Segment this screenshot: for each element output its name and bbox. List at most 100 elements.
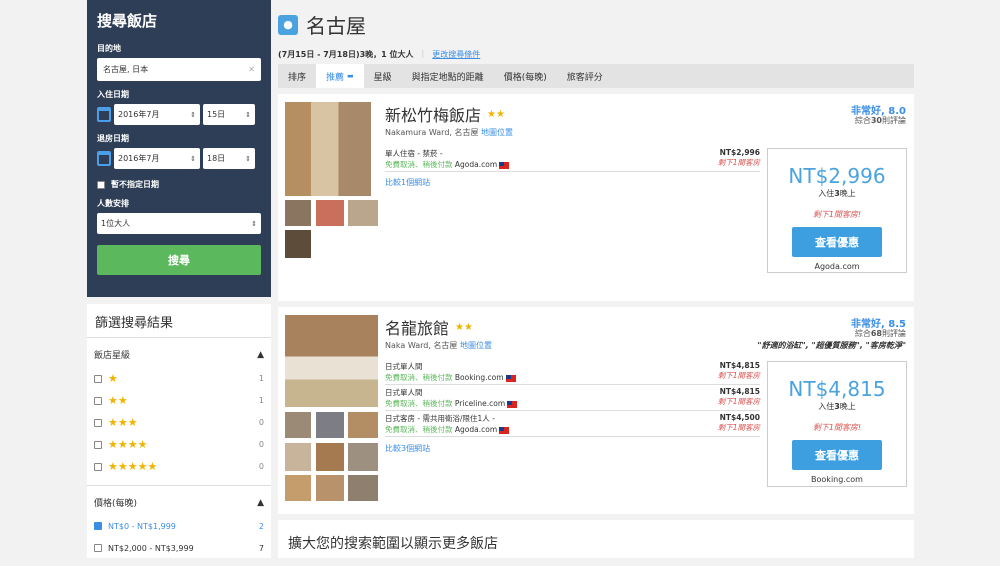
hotel-thumbnail[interactable] [348,200,378,226]
hotel-thumbnail[interactable] [316,412,344,438]
price-filter-checkbox[interactable] [94,544,102,552]
star-filter-checkbox[interactable] [94,441,102,449]
checkout-day-value: 18日 [207,154,226,163]
checkin-day-select[interactable]: 15日 ⇕ [203,104,255,125]
offer-row[interactable]: 單人住宿 - 禁菸 - 免費取消、稍後付款 Agoda.com NT$2,996… [385,148,760,172]
price-filter-title: 價格(每晚) [94,499,138,509]
calendar-icon[interactable] [97,151,111,166]
sort-arrow-icon: ▬ [347,72,354,80]
offer-row[interactable]: 日式客房 - 需共用衛浴/限住1人 - 免費取消、稍後付款 Agoda.com … [385,413,760,437]
review-number: 68 [870,329,882,338]
price-filter-count: 2 [258,521,264,531]
checkout-month-value: 2016年7月 [118,154,160,163]
clear-icon[interactable]: ✕ [248,65,255,74]
offer-row[interactable]: 日式單人間 免費取消、稍後付款 Priceline.com NT$4,815 剩下… [385,387,760,411]
hotel-main-photo[interactable] [285,315,378,407]
collapse-icon[interactable]: ▲ [257,498,264,508]
star-filter-checkbox[interactable] [94,419,102,427]
price-filter-label: NT$2,000 - NT$3,999 [108,543,194,553]
checkin-day-value: 15日 [207,110,226,119]
star-filter-count: 0 [258,461,264,471]
price-filter-label: NT$0 - NT$1,999 [108,521,176,531]
hotel-name[interactable]: 新松竹梅飯店 [385,102,481,126]
no-date-label: 暫不指定日期 [111,180,159,189]
star-filter-row[interactable]: ★★★★★ 0 [87,455,271,477]
star-filter-row[interactable]: ★★ 1 [87,389,271,411]
tab-price[interactable]: 價格(每晚) [494,64,557,88]
tab-distance[interactable]: 與指定地點的距離 [402,64,494,88]
per-night-prefix: 入住 [818,189,835,198]
review-prefix: 綜合 [854,116,871,125]
change-search-link[interactable]: 更改搜尋條件 [432,49,480,60]
price-filter-checkbox[interactable] [94,522,102,530]
price-filter-count: 7 [258,543,264,553]
hotel-thumbnail[interactable] [285,412,311,438]
collapse-icon[interactable]: ▲ [257,350,264,360]
destination-label: 目的地 [97,44,121,53]
destination-input[interactable]: 名古屋, 日本 ✕ [97,58,261,81]
checkout-month-select[interactable]: 2016年7月 ⇕ [114,148,200,169]
search-panel: 搜尋飯店 目的地 名古屋, 日本 ✕ 入住日期 2016年7月 ⇕ 15日 ⇕ 退房日… [87,0,271,297]
offer-room: 單人住宿 - 禁菸 - [385,149,443,158]
best-price: NT$2,996 [788,164,886,188]
hotel-thumbnail[interactable] [285,230,311,258]
price-filter-row[interactable]: NT$2,000 - NT$3,999 7 [87,537,271,559]
hotel-thumbnail[interactable] [348,475,378,501]
price-filter-header[interactable]: 價格(每晚) ▲ [87,486,271,515]
hotel-main-photo[interactable] [285,102,371,196]
stars-filter-header[interactable]: 飯店星級 ▲ [87,338,271,367]
select-arrow-icon: ⇕ [245,154,251,163]
star-filter-checkbox[interactable] [94,375,102,383]
hotel-address: Nakamura Ward, 名古屋 [385,128,479,137]
calendar-icon[interactable] [97,107,111,122]
hotel-stars: ★★ [455,321,473,333]
hotel-stars: ★★ [487,108,505,120]
hotel-thumbnail[interactable] [348,412,378,438]
compare-link[interactable]: 比較3個網站 [385,443,430,454]
offer-price: NT$2,996 [719,148,760,157]
view-deal-button[interactable]: 查看優惠 [792,440,882,470]
star-filter-row[interactable]: ★★★ 0 [87,411,271,433]
tab-rating[interactable]: 旅客評分 [557,64,613,88]
hotel-name[interactable]: 名龍旅館 [385,315,449,339]
offer-room: 日式客房 - 需共用衛浴/限住1人 - [385,414,495,423]
hotel-thumbnail[interactable] [348,443,378,471]
hotel-thumbnail[interactable] [285,443,311,471]
view-deal-button[interactable]: 查看優惠 [792,227,882,257]
star-filter-row[interactable]: ★★★★ 0 [87,433,271,455]
map-link[interactable]: 地圖位置 [481,128,513,137]
search-button[interactable]: 搜尋 [97,245,261,275]
tab-sort: 排序 [288,72,307,83]
search-panel-title: 搜尋飯店 [97,12,158,30]
offer-price: NT$4,815 [719,387,760,396]
tab-recommended[interactable]: 推薦 ▬ [316,64,364,88]
hotel-thumbnail[interactable] [316,200,344,226]
star-filter-checkbox[interactable] [94,463,102,471]
no-date-checkbox[interactable] [97,180,105,189]
offer-rooms-left: 剩下1間客房 [717,371,760,380]
checkin-month-select[interactable]: 2016年7月 ⇕ [114,104,200,125]
hotel-thumbnail[interactable] [285,475,311,501]
hotel-thumbnail[interactable] [316,443,344,471]
star-rating-icons: ★★★ [108,415,138,429]
hotel-thumbnail[interactable] [285,200,311,226]
checkout-day-select[interactable]: 18日 ⇕ [203,148,255,169]
offer-terms: 免費取消、稍後付款 [385,160,453,169]
map-link[interactable]: 地圖位置 [460,341,492,350]
guests-select[interactable]: 1位大人 ⇕ [97,213,261,234]
checkin-label: 入住日期 [97,90,129,99]
tab-stars[interactable]: 星級 [364,64,402,88]
star-filter-count: 0 [258,439,264,449]
compare-link[interactable]: 比較1個網站 [385,177,430,188]
offer-rooms-left: 剩下1間客房 [717,397,760,406]
select-arrow-icon: ⇕ [245,110,251,119]
review-quote: "舒適的浴缸", "超優質服務", "客房乾淨" [757,341,906,350]
divider: | [421,49,425,58]
price-filter-row[interactable]: NT$0 - NT$1,999 2 [87,515,271,537]
star-filter-checkbox[interactable] [94,397,102,405]
hotel-card: 名龍旅館 ★★ Naka Ward, 名古屋 地圖位置 非常好, 8.5 綜合68… [278,307,914,514]
offer-site: Booking.com [454,373,504,382]
offer-row[interactable]: 日式單人間 免費取消、稍後付款 Booking.com NT$4,815 剩下1間… [385,361,760,385]
star-filter-row[interactable]: ★ 1 [87,367,271,389]
hotel-thumbnail[interactable] [316,475,344,501]
